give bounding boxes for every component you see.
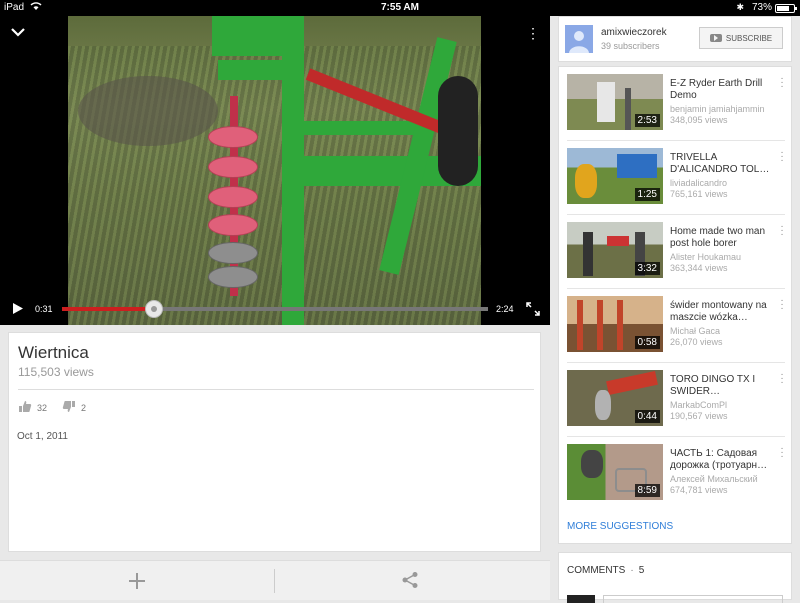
comments-count: 5 <box>638 565 645 576</box>
suggestion-title: świder montowany na maszcie wózka… <box>670 300 767 323</box>
suggestion-author: liviadalicandro <box>670 178 728 188</box>
suggestion-title: TORO DINGO TX I SWIDER… <box>670 374 756 397</box>
suggestion-thumbnail[interactable]: 2:53 <box>567 74 663 130</box>
thumbs-down-icon <box>62 400 76 415</box>
upload-date: Oct 1, 2011 <box>17 431 68 442</box>
player-controls: 0:31 2:24 <box>0 296 550 325</box>
suggestion-item[interactable]: 0:44 TORO DINGO TX I SWIDER… MarkabComPl… <box>559 363 793 437</box>
clock: 7:55 AM <box>381 2 419 13</box>
suggestion-menu-icon[interactable]: · · · <box>779 74 785 92</box>
suggestion-item[interactable]: 2:53 E-Z Ryder Earth Drill Demo benjamin… <box>559 67 793 141</box>
suggestion-author: Алексей Михальский <box>670 474 758 484</box>
fullscreen-icon[interactable] <box>526 302 540 321</box>
like-button[interactable]: 32 <box>18 400 47 415</box>
suggestion-item[interactable]: 8:59 ЧАСТЬ 1: Садовая дорожка (тротуарн…… <box>559 437 793 511</box>
suggestion-title: E-Z Ryder Earth Drill Demo <box>670 78 763 101</box>
battery-icon <box>775 4 797 13</box>
suggestion-duration: 2:53 <box>634 114 660 127</box>
suggestion-thumbnail[interactable]: 8:59 <box>567 444 663 500</box>
suggestions-panel: 2:53 E-Z Ryder Earth Drill Demo benjamin… <box>558 66 792 544</box>
suggestion-views: 26,070 views <box>670 337 723 347</box>
divider <box>18 389 534 390</box>
seek-thumb[interactable] <box>144 300 163 318</box>
comments-header[interactable]: COMMENTS · 5 <box>567 565 644 576</box>
duration: 2:24 <box>496 304 514 314</box>
like-count: 32 <box>37 402 48 413</box>
dislike-button[interactable]: 2 <box>62 400 86 415</box>
suggestion-thumbnail[interactable]: 0:58 <box>567 296 663 352</box>
add-to-playlist-icon[interactable] <box>128 572 146 595</box>
video-frame[interactable] <box>68 16 481 325</box>
suggestion-views: 674,781 views <box>670 485 728 495</box>
suggestion-views: 190,567 views <box>670 411 728 421</box>
suggestion-author: benjamin jamiahjammin <box>670 104 765 114</box>
subscribe-label: SUBSCRIBE <box>725 33 773 43</box>
suggestion-duration: 3:32 <box>634 262 660 275</box>
bluetooth-icon: ✱ <box>736 2 744 12</box>
suggestion-title: Home made two man post hole borer <box>670 226 766 249</box>
suggestion-views: 348,095 views <box>670 115 728 125</box>
suggestion-menu-icon[interactable]: · · · <box>779 370 785 388</box>
suggestion-menu-icon[interactable]: · · · <box>779 444 785 462</box>
video-title: Wiertnica <box>18 343 89 362</box>
suggestion-menu-icon[interactable]: · · · <box>779 222 785 240</box>
suggestion-item[interactable]: 0:58 świder montowany na maszcie wózka… … <box>559 289 793 363</box>
video-views: 115,503 views <box>18 365 94 379</box>
suggestion-thumbnail[interactable]: 0:44 <box>567 370 663 426</box>
suggestion-duration: 1:25 <box>634 188 660 201</box>
dislike-count: 2 <box>81 402 87 413</box>
collapse-chevron-icon[interactable] <box>10 24 28 42</box>
suggestion-author: Alister Houkamau <box>670 252 742 262</box>
video-player[interactable]: ⋮ 0:31 2:24 <box>0 16 550 325</box>
thumbs-up-icon <box>18 400 32 415</box>
current-time: 0:31 <box>35 304 53 314</box>
suggestion-item[interactable]: 1:25 TRIVELLA D'ALICANDRO TOL… liviadali… <box>559 141 793 215</box>
play-icon[interactable] <box>12 302 24 320</box>
suggestion-item[interactable]: 3:32 Home made two man post hole borer A… <box>559 215 793 289</box>
suggestion-menu-icon[interactable]: · · · <box>779 296 785 314</box>
more-suggestions-link[interactable]: MORE SUGGESTIONS <box>567 521 673 532</box>
played-bar <box>62 307 154 311</box>
user-avatar <box>567 595 595 603</box>
suggestion-views: 765,161 views <box>670 189 728 199</box>
channel-avatar[interactable] <box>565 25 593 53</box>
suggestion-title: TRIVELLA D'ALICANDRO TOL… <box>670 152 770 175</box>
suggestion-duration: 0:58 <box>634 336 660 349</box>
comment-input[interactable] <box>603 595 783 603</box>
video-details: Wiertnica 115,503 views 32 2 Oct 1, 2011 <box>8 332 541 552</box>
channel-name[interactable]: amixwieczorek <box>601 27 667 38</box>
suggestion-views: 363,344 views <box>670 263 728 273</box>
player-menu-icon[interactable]: ⋮ <box>526 26 540 40</box>
suggestion-thumbnail[interactable]: 3:32 <box>567 222 663 278</box>
youtube-icon <box>709 34 722 42</box>
channel-card: amixwieczorek 39 subscribers SUBSCRIBE <box>558 16 792 62</box>
share-icon[interactable] <box>401 571 419 594</box>
seek-bar[interactable] <box>62 300 488 318</box>
bottom-action-bar <box>0 560 550 600</box>
battery-percent: 73% <box>751 2 772 13</box>
suggestion-author: Michał Gaca <box>670 326 721 336</box>
bottom-divider <box>274 569 275 593</box>
suggestion-duration: 8:59 <box>634 484 660 497</box>
suggestion-duration: 0:44 <box>634 410 660 423</box>
subscriber-count: 39 subscribers <box>601 41 660 51</box>
status-bar: iPad 7:55 AM ✱ 73% <box>0 0 800 16</box>
suggestion-title: ЧАСТЬ 1: Садовая дорожка (тротуарн… <box>670 448 768 471</box>
comments-panel: COMMENTS · 5 <box>558 552 792 603</box>
suggestion-thumbnail[interactable]: 1:25 <box>567 148 663 204</box>
suggestion-author: MarkabComPl <box>670 400 728 410</box>
subscribe-button[interactable]: SUBSCRIBE <box>699 27 783 49</box>
suggestion-menu-icon[interactable]: · · · <box>779 148 785 166</box>
comments-label: COMMENTS <box>567 565 626 576</box>
